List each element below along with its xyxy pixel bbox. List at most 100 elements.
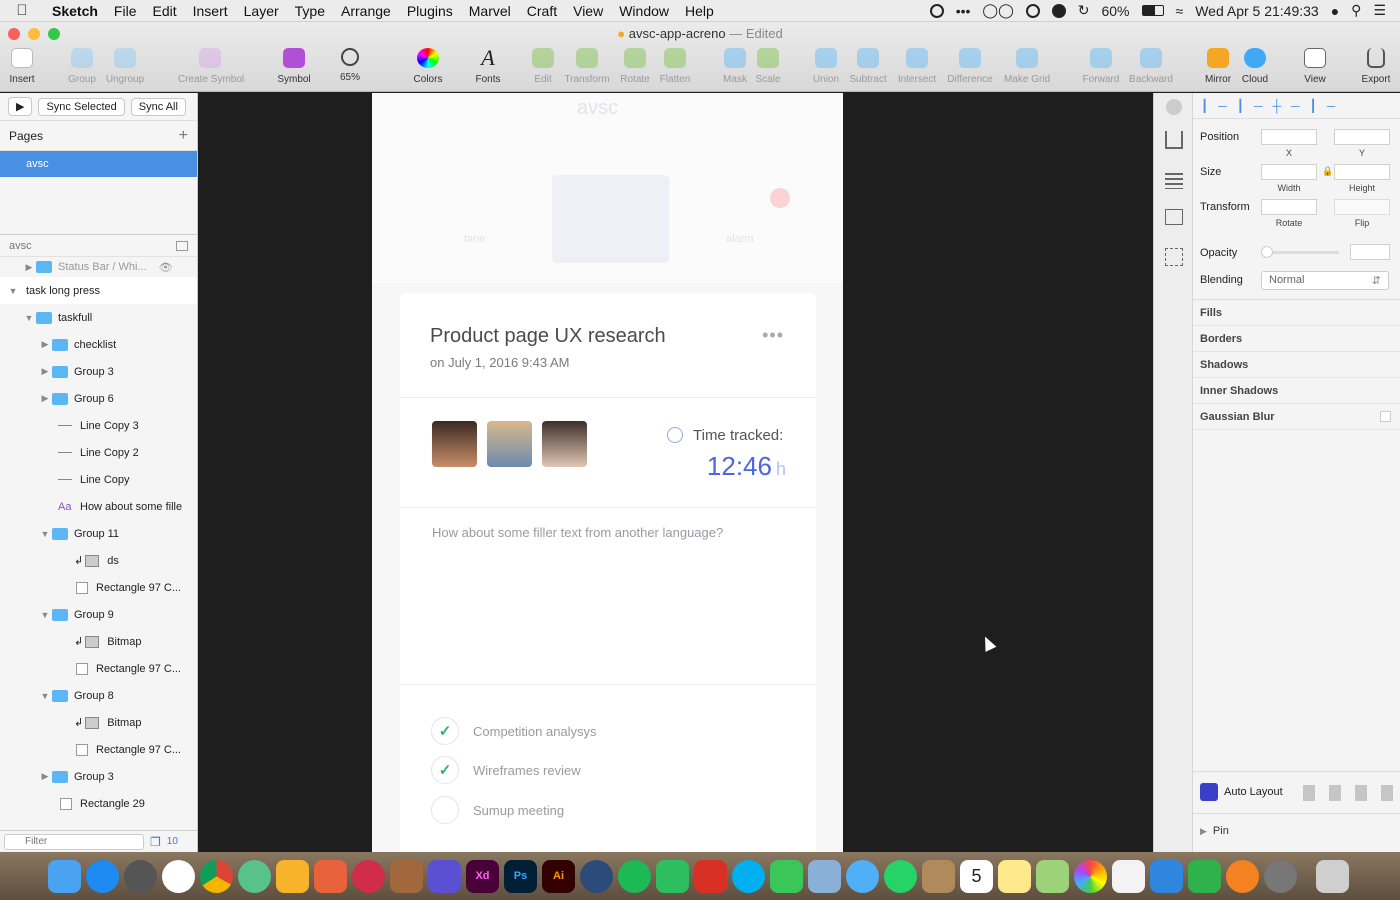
canvas[interactable]: avsc tarie alarm Product page UX researc… <box>198 93 1153 852</box>
layer-row[interactable]: Line Copy <box>0 466 197 493</box>
layer-row[interactable]: Aa How about some fille <box>0 493 197 520</box>
sync-all-button[interactable]: Sync All <box>130 97 186 116</box>
checklist-item[interactable]: Sumup meeting <box>431 796 564 824</box>
pin-section[interactable]: ▶ Pin <box>1200 825 1229 837</box>
layer-row[interactable]: ▼ Group 9 <box>0 601 197 628</box>
layer-row[interactable]: ▶ checklist <box>0 331 197 358</box>
menu-window[interactable]: Window <box>611 3 677 19</box>
layer-row[interactable]: Rectangle 97 C... <box>0 736 197 763</box>
app-store-icon[interactable] <box>86 859 119 893</box>
layer-row[interactable]: ↲ Bitmap <box>0 628 197 655</box>
height-input[interactable] <box>1334 164 1390 180</box>
layer-row[interactable]: ↲ ds <box>0 547 197 574</box>
menu-file[interactable]: File <box>106 3 145 19</box>
layer-row[interactable]: ▼ Group 8 <box>0 682 197 709</box>
notes-icon[interactable] <box>998 859 1031 893</box>
gmail-icon[interactable] <box>694 859 727 893</box>
pages-icon[interactable]: ❐ <box>150 835 161 849</box>
trash-icon[interactable] <box>1316 859 1349 893</box>
apple-menu-icon[interactable]:  <box>0 2 44 19</box>
grid-select-icon[interactable] <box>1165 248 1183 266</box>
rotate-input[interactable] <box>1261 199 1317 215</box>
toolbar-make-grid[interactable]: Make Grid <box>995 48 1059 85</box>
document-edited-label[interactable]: — Edited <box>729 26 782 41</box>
photoshop-icon[interactable]: Ps <box>504 859 537 893</box>
layer-row[interactable]: Line Copy 3 <box>0 412 197 439</box>
battery-percent[interactable]: 60% <box>1101 3 1129 19</box>
fills-section[interactable]: Fills <box>1200 307 1222 319</box>
menu-help[interactable]: Help <box>677 3 722 19</box>
toolbar-colors[interactable]: Colors <box>396 48 460 85</box>
layer-row[interactable]: ▶ Group 3 <box>0 763 197 790</box>
toolbar-create-symbol[interactable]: Create Symbol <box>178 48 244 85</box>
ibooks-icon[interactable] <box>1226 859 1259 893</box>
blur-toggle-checkbox[interactable] <box>1380 411 1391 422</box>
menu-marvel[interactable]: Marvel <box>461 3 519 19</box>
lock-ratio-icon[interactable]: 🔒 <box>1322 166 1333 177</box>
disclosure-icon[interactable]: ▼ <box>38 529 52 539</box>
check-icon[interactable]: ✓ <box>431 756 459 784</box>
disclosure-icon[interactable]: ▼ <box>22 313 36 323</box>
disclosure-icon[interactable]: ▶ <box>1200 826 1207 836</box>
position-y-input[interactable] <box>1334 129 1390 145</box>
system-preferences-icon[interactable] <box>1264 859 1297 893</box>
layer-row[interactable]: ↲ Bitmap <box>0 709 197 736</box>
toolbar-cloud[interactable]: Cloud <box>1223 48 1287 85</box>
toolbar-view[interactable]: View <box>1283 48 1347 85</box>
checklist-item[interactable]: ✓ Competition analysys <box>431 717 597 745</box>
layout-options-icons[interactable] <box>1303 785 1393 801</box>
play-icon[interactable]: ▶ <box>8 97 33 116</box>
photos-icon[interactable] <box>1074 859 1107 893</box>
menu-plugins[interactable]: Plugins <box>399 3 461 19</box>
spotlight-icon[interactable]: ⚲ <box>1351 2 1361 19</box>
list-icon[interactable] <box>1165 209 1183 225</box>
flip-buttons[interactable] <box>1334 199 1390 215</box>
opacity-slider-knob[interactable] <box>1261 246 1273 258</box>
itunes-icon[interactable] <box>162 859 195 893</box>
sketch-icon[interactable] <box>276 859 309 893</box>
notification-center-icon[interactable]: ☰ <box>1373 2 1386 19</box>
position-x-input[interactable] <box>1261 129 1317 145</box>
contacts-icon[interactable] <box>922 859 955 893</box>
menu-craft[interactable]: Craft <box>519 3 565 19</box>
facetime-icon[interactable] <box>770 859 803 893</box>
time-machine-icon[interactable]: ↻ <box>1078 2 1090 19</box>
finder-icon[interactable] <box>48 859 81 893</box>
align-center-icon[interactable]: ─ <box>1218 99 1227 113</box>
wifi-icon[interactable]: ≈ <box>1176 3 1184 19</box>
imovie-icon[interactable] <box>428 859 461 893</box>
blending-select[interactable]: Normal ⇵ <box>1261 271 1389 290</box>
keynote-icon[interactable] <box>1150 859 1183 893</box>
layer-filter-input[interactable] <box>4 833 144 850</box>
layer-row[interactable]: Rectangle 97 C... <box>0 655 197 682</box>
opacity-slider[interactable] <box>1265 251 1339 254</box>
distribute-v-icon[interactable]: ─ <box>1327 99 1336 113</box>
layer-row[interactable]: ▼ taskfull <box>0 304 197 331</box>
align-left-icon[interactable]: ┃ <box>1201 99 1208 113</box>
menu-view[interactable]: View <box>565 3 611 19</box>
menu-layer[interactable]: Layer <box>236 3 287 19</box>
whatsapp-icon[interactable] <box>884 859 917 893</box>
layer-row[interactable]: ▶ Group 6 <box>0 385 197 412</box>
chat-icon[interactable] <box>1025 3 1040 18</box>
menu-app-name[interactable]: Sketch <box>44 3 106 19</box>
atom-icon[interactable] <box>238 859 271 893</box>
toolbar-symbol[interactable]: Symbol <box>262 48 326 85</box>
toolbar-export[interactable]: Export <box>1344 48 1400 85</box>
more-icon[interactable]: ••• <box>956 3 971 19</box>
disclosure-icon[interactable]: ▶ <box>38 339 52 350</box>
width-input[interactable] <box>1261 164 1317 180</box>
disclosure-icon[interactable]: ▶ <box>38 393 52 404</box>
toolbar-backward[interactable]: Backward <box>1119 48 1183 85</box>
page-item-avsc[interactable]: avsc <box>0 151 197 177</box>
battery-icon[interactable] <box>1141 5 1164 16</box>
collapse-layers-icon[interactable] <box>176 240 188 251</box>
user-icon[interactable]: ● <box>1331 3 1339 19</box>
disclosure-icon[interactable]: ▶ <box>22 262 36 273</box>
disclosure-icon[interactable]: ▼ <box>6 286 20 296</box>
toolbar-flatten[interactable]: Flatten <box>643 48 707 85</box>
mail-app-icon[interactable] <box>314 859 347 893</box>
menu-type[interactable]: Type <box>287 3 333 19</box>
calendar-icon[interactable]: 5 <box>960 859 993 893</box>
disclosure-icon[interactable]: ▼ <box>38 610 52 620</box>
